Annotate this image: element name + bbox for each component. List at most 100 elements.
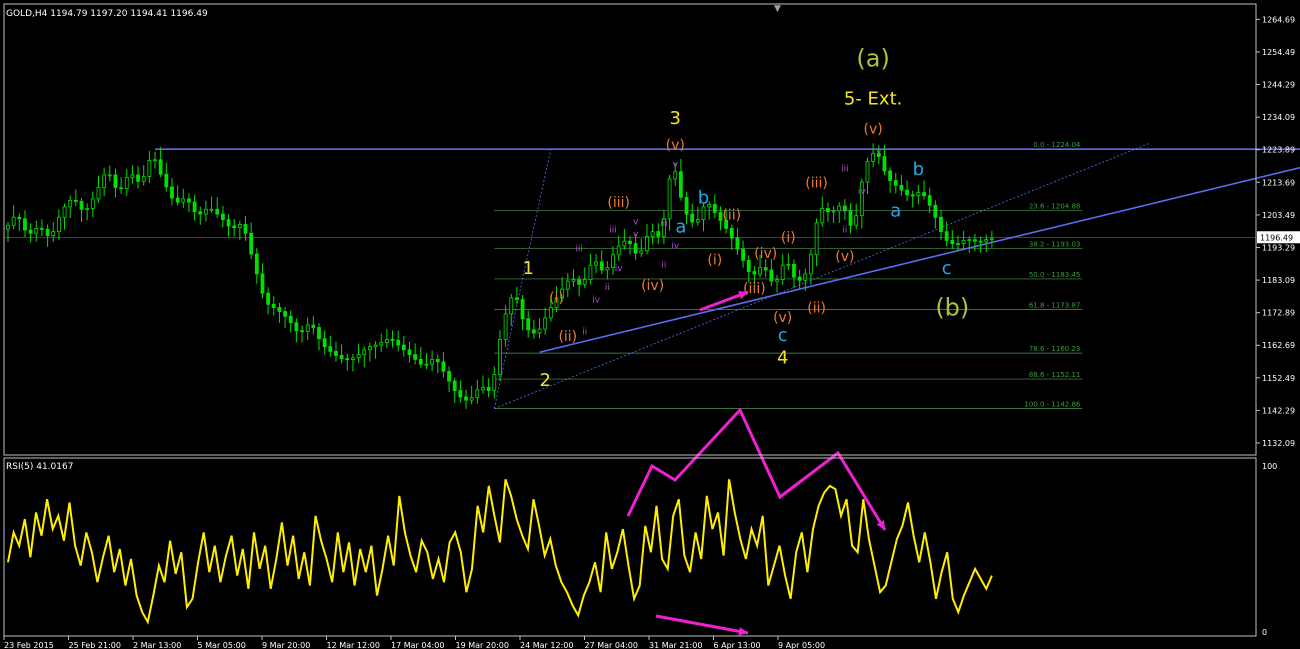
candle-body: [356, 354, 361, 359]
wave-label: ii: [661, 261, 666, 271]
candle-body: [204, 208, 208, 215]
candle-body: [113, 174, 118, 189]
candle-body: [153, 159, 157, 162]
candle-body: [418, 359, 423, 365]
candle-body: [192, 201, 197, 213]
wave-label: 3: [670, 108, 681, 129]
x-tick-label: 27 Mar 04:00: [585, 641, 638, 649]
wave-label: b: [698, 188, 709, 209]
candle-body: [441, 361, 446, 372]
wave-label: ii: [842, 225, 847, 235]
candle-body: [413, 354, 418, 360]
fib-level-label: 23.6 - 1204.88: [1029, 202, 1081, 210]
candle-body: [814, 222, 819, 256]
wave-label: (v): [864, 121, 883, 137]
candle-body: [752, 271, 757, 275]
candle-body: [79, 200, 84, 210]
wave-label: (v): [666, 137, 685, 153]
x-tick-label: 2 Mar 13:00: [133, 641, 181, 649]
fib-level-label: 88.6 - 1152.11: [1029, 371, 1081, 379]
candle-body: [690, 213, 695, 223]
candle-body: [616, 245, 621, 256]
candle-body: [667, 178, 672, 220]
wave-label: ii: [605, 283, 610, 293]
candle-body: [684, 196, 689, 215]
candle-body: [735, 237, 740, 250]
candle-body: [198, 211, 203, 215]
candle-body: [826, 208, 830, 213]
wave-label: (v): [773, 310, 792, 326]
candle-body: [170, 186, 174, 199]
candle-body: [435, 359, 440, 363]
y-tick-label: 1254.49: [1262, 48, 1295, 57]
wave-label: a: [675, 216, 686, 237]
candle-body: [854, 215, 859, 226]
candle-body: [888, 170, 893, 181]
x-tick-label: 17 Mar 04:00: [391, 641, 444, 649]
candle-body: [809, 254, 813, 275]
candle-body: [831, 210, 836, 213]
candle-body: [23, 218, 27, 231]
candle-body: [481, 386, 485, 391]
candle-body: [871, 152, 876, 162]
y-tick-label: 1172.89: [1262, 309, 1295, 318]
candle-body: [594, 261, 598, 266]
candle-body: [503, 313, 508, 340]
candle-body: [899, 184, 904, 191]
y-tick-label: 1132.09: [1262, 439, 1295, 448]
candle-body: [283, 311, 287, 317]
candle-body: [305, 324, 310, 332]
x-tick-label: 12 Mar 12:00: [327, 641, 380, 649]
candle-body: [96, 187, 101, 200]
chart-shift-marker-icon[interactable]: ▼: [774, 4, 781, 14]
x-tick-label: 9 Apr 05:00: [778, 641, 825, 649]
candle-body: [469, 397, 474, 401]
candle-body: [119, 187, 123, 190]
candle-body: [769, 269, 774, 282]
candle-body: [695, 219, 700, 223]
candle-body: [701, 206, 706, 221]
candle-body: [62, 206, 67, 218]
candle-body: [136, 174, 140, 182]
candle-body: [367, 346, 372, 351]
candle-body: [424, 363, 429, 366]
candle-body: [396, 339, 401, 346]
candle-body: [464, 396, 468, 401]
candle-body: [509, 297, 514, 315]
candle-body: [288, 315, 293, 324]
wave-label: (b): [935, 293, 969, 321]
candle-body: [797, 276, 802, 281]
candle-body: [362, 349, 367, 356]
wave-label: iv: [592, 296, 601, 306]
candle-body: [939, 216, 943, 233]
wave-label: iii: [609, 225, 617, 235]
y-tick-label: 1234.09: [1262, 113, 1295, 122]
x-tick-label: 6 Apr 13:00: [714, 641, 761, 649]
candle-body: [758, 267, 762, 275]
y-tick-label: 1162.69: [1262, 341, 1295, 350]
candle-body: [452, 380, 457, 391]
candle-body: [475, 389, 480, 399]
candle-body: [605, 267, 610, 271]
wave-label: b: [913, 159, 924, 180]
candle-body: [317, 327, 321, 340]
candle-body: [45, 228, 50, 237]
wave-label: c: [942, 258, 952, 279]
candle-body: [40, 228, 44, 230]
candle-body: [582, 279, 587, 285]
candle-body: [622, 240, 627, 247]
candle-body: [226, 219, 231, 227]
candle-body: [848, 210, 853, 226]
rsi-tick-label: 0: [1262, 628, 1267, 637]
candle-body: [933, 204, 938, 218]
candle-body: [577, 279, 582, 285]
candle-body: [339, 355, 344, 360]
candle-body: [656, 231, 661, 237]
rsi-header: RSI(5) 41.0167: [6, 462, 73, 472]
wave-label: 5- Ext.: [844, 89, 902, 110]
candle-body: [486, 386, 491, 391]
candle-body: [780, 264, 785, 280]
wave-label: (ii): [722, 208, 741, 224]
candle-body: [498, 339, 502, 375]
candle-body: [271, 303, 276, 308]
